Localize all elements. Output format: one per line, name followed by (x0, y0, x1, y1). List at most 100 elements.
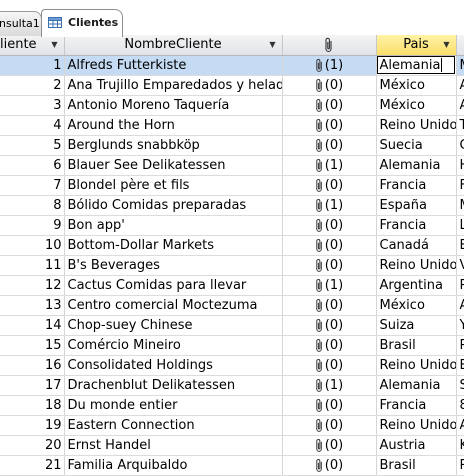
cell-pais[interactable]: México (376, 295, 457, 316)
cell-adjuntos[interactable]: (0) (282, 295, 377, 316)
cell-next-column[interactable]: V (456, 255, 464, 276)
cell-idcliente[interactable]: 18 (0, 395, 65, 416)
cell-adjuntos[interactable]: (1) (282, 275, 377, 296)
table-row[interactable]: 17Drachenblut Delikatessen (1) Alemania S (0, 375, 464, 396)
table-row[interactable]: 5Berglunds snabbköp (0) Suecia C (0, 135, 464, 156)
cell-next-column[interactable]: Y (456, 315, 464, 336)
cell-nombrecliente[interactable]: Ernst Handel (64, 435, 283, 456)
cell-idcliente[interactable]: 11 (0, 255, 65, 276)
column-header-pais[interactable]: Pais ▼ (376, 35, 457, 56)
cell-next-column[interactable]: T (456, 115, 464, 136)
cell-next-column[interactable]: E (456, 235, 464, 256)
cell-adjuntos[interactable]: (0) (282, 75, 377, 96)
column-header-idcliente[interactable]: liente ▼ (0, 35, 65, 56)
cell-adjuntos[interactable]: (0) (282, 415, 377, 436)
cell-next-column[interactable]: S (456, 375, 464, 396)
cell-idcliente[interactable]: 12 (0, 275, 65, 296)
cell-next-column[interactable]: 8 (456, 395, 464, 416)
cell-pais[interactable]: Reino Unido (376, 355, 457, 376)
cell-nombrecliente[interactable]: Eastern Connection (64, 415, 283, 436)
table-row[interactable]: 8Bólido Comidas preparadas (1) España M (0, 195, 464, 216)
cell-pais[interactable]: Canadá (376, 235, 457, 256)
cell-pais[interactable]: Brasil (376, 455, 457, 476)
cell-adjuntos[interactable]: (1) (282, 155, 377, 176)
cell-next-column[interactable]: R (456, 455, 464, 476)
cell-nombrecliente[interactable]: Blondel père et fils (64, 175, 283, 196)
cell-nombrecliente[interactable]: B's Beverages (64, 255, 283, 276)
cell-pais[interactable]: España (376, 195, 457, 216)
tab-consulta1[interactable]: nsulta1 (0, 11, 42, 36)
cell-adjuntos[interactable]: (0) (282, 435, 377, 456)
table-row[interactable]: 12 Cactus Comidas para llevar (1) Argentina… (0, 275, 464, 296)
cell-pais[interactable]: Francia (376, 215, 457, 236)
cell-next-column[interactable]: K (456, 435, 464, 456)
table-row[interactable]: 2 Ana Trujillo Emparedados y helados (0) Mé… (0, 75, 464, 96)
column-header-nombrecliente[interactable]: NombreCliente ▼ (64, 35, 283, 56)
dropdown-arrow-icon[interactable]: ▼ (51, 40, 57, 49)
cell-adjuntos[interactable]: (0) (282, 455, 377, 476)
cell-nombrecliente[interactable]: Bottom-Dollar Markets (64, 235, 283, 256)
dropdown-arrow-icon[interactable]: ▼ (443, 40, 449, 49)
cell-nombrecliente[interactable]: Drachenblut Delikatessen (64, 375, 283, 396)
table-row[interactable]: 19Eastern Connection (0) Reino UnidoA (0, 415, 464, 436)
cell-pais[interactable]: Francia (376, 395, 457, 416)
cell-adjuntos[interactable]: (0) (282, 355, 377, 376)
cell-pais[interactable]: Suecia (376, 135, 457, 156)
cell-nombrecliente[interactable]: Berglunds snabbköp (64, 135, 283, 156)
cell-idcliente[interactable]: 2 (0, 75, 65, 96)
cell-pais[interactable]: Francia (376, 175, 457, 196)
cell-adjuntos[interactable]: (0) (282, 315, 377, 336)
dropdown-arrow-icon[interactable]: ▼ (269, 40, 275, 49)
cell-adjuntos[interactable]: (0) (282, 215, 377, 236)
cell-adjuntos[interactable]: (0) (282, 235, 377, 256)
cell-adjuntos[interactable]: (1) (282, 375, 377, 396)
cell-idcliente[interactable]: 16 (0, 355, 65, 376)
table-row[interactable]: 13Centro comercial Moctezuma (0) México A (0, 295, 464, 316)
cell-pais[interactable]: Reino Unido (376, 415, 457, 436)
cell-nombrecliente[interactable]: Alfreds Futterkiste (64, 55, 283, 76)
cell-idcliente[interactable]: 5 (0, 135, 65, 156)
cell-next-column[interactable]: M (456, 195, 464, 216)
cell-next-column[interactable]: L (456, 215, 464, 236)
table-row[interactable]: 4Around the Horn (0) Reino UnidoT (0, 115, 464, 136)
cell-next-column[interactable]: A (456, 415, 464, 436)
cell-nombrecliente[interactable]: Du monde entier (64, 395, 283, 416)
cell-next-column[interactable]: B (456, 355, 464, 376)
cell-nombrecliente[interactable]: Ana Trujillo Emparedados y helados (64, 75, 283, 96)
cell-pais[interactable]: México (376, 75, 457, 96)
cell-pais[interactable]: Alemania (376, 375, 457, 396)
cell-nombrecliente[interactable]: Bólido Comidas preparadas (64, 195, 283, 216)
cell-adjuntos[interactable]: (0) (282, 115, 377, 136)
cell-next-column[interactable]: H (456, 155, 464, 176)
cell-pais[interactable]: México (376, 95, 457, 116)
table-row[interactable]: 21Familia Arquibaldo (0) Brasil R (0, 455, 464, 476)
cell-pais[interactable]: Alemania (376, 155, 457, 176)
cell-nombrecliente[interactable]: Bon app' (64, 215, 283, 236)
cell-nombrecliente[interactable]: Around the Horn (64, 115, 283, 136)
table-row[interactable]: 7Blondel père et fils (0) Francia F (0, 175, 464, 196)
tab-clientes[interactable]: Clientes (41, 9, 123, 37)
table-row[interactable]: 18Du monde entier (0) Francia 8 (0, 395, 464, 416)
table-row[interactable]: 11B's Beverages (0) Reino UnidoV (0, 255, 464, 276)
cell-pais[interactable]: Alemania (376, 55, 457, 76)
cell-idcliente[interactable]: 13 (0, 295, 65, 316)
table-row[interactable]: 3Antonio Moreno Taquería (0) México A (0, 95, 464, 116)
cell-nombrecliente[interactable]: Familia Arquibaldo (64, 455, 283, 476)
cell-next-column[interactable]: A (456, 95, 464, 116)
cell-next-column[interactable]: C (456, 135, 464, 156)
cell-adjuntos[interactable]: (0) (282, 335, 377, 356)
cell-adjuntos[interactable]: (1) (282, 55, 377, 76)
table-row[interactable]: 20Ernst Handel (0) Austria K (0, 435, 464, 456)
table-row[interactable]: 16Consolidated Holdings (0) Reino UnidoB (0, 355, 464, 376)
table-row[interactable]: 10Bottom-Dollar Markets (0) Canadá E (0, 235, 464, 256)
cell-idcliente[interactable]: 10 (0, 235, 65, 256)
cell-nombrecliente[interactable]: Comércio Mineiro (64, 335, 283, 356)
table-row[interactable]: 1Alfreds Futterkiste (1) Alemania M (0, 55, 464, 76)
cell-nombrecliente[interactable]: Chop-suey Chinese (64, 315, 283, 336)
cell-idcliente[interactable]: 3 (0, 95, 65, 116)
table-row[interactable]: 14Chop-suey Chinese (0) Suiza Y (0, 315, 464, 336)
table-row[interactable]: 15Comércio Mineiro (0) Brasil P (0, 335, 464, 356)
cell-adjuntos[interactable]: (0) (282, 395, 377, 416)
cell-idcliente[interactable]: 15 (0, 335, 65, 356)
cell-nombrecliente[interactable]: Blauer See Delikatessen (64, 155, 283, 176)
